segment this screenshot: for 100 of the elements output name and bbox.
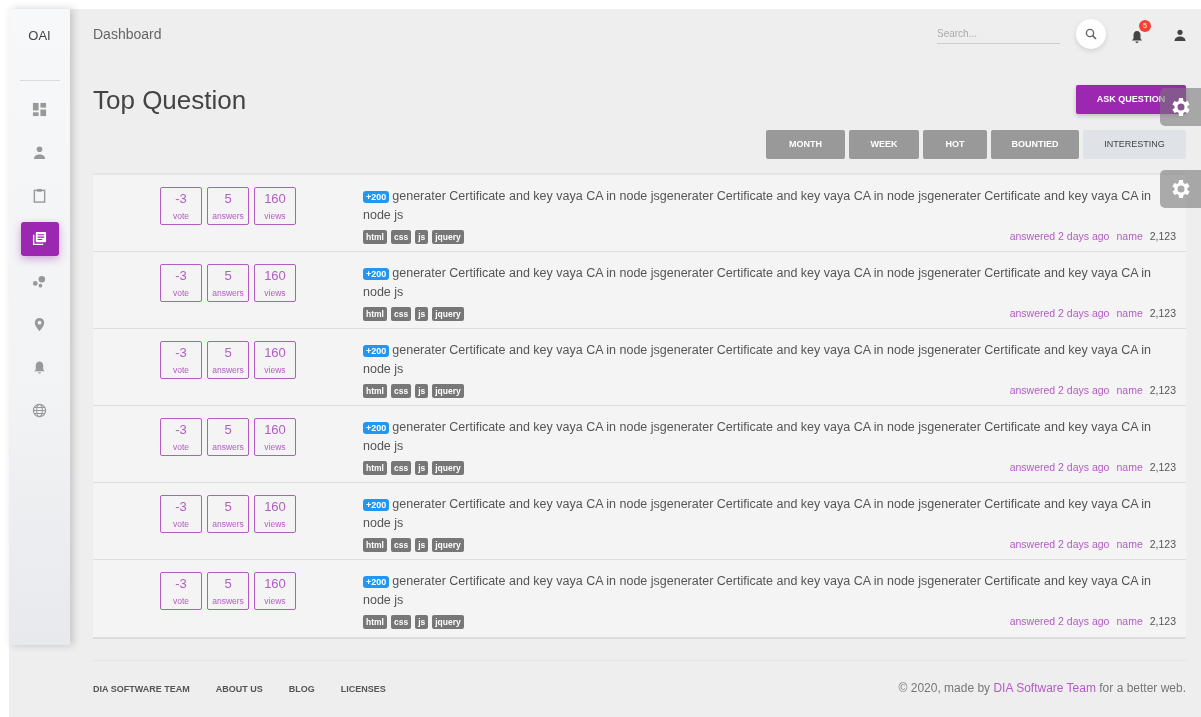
question-title[interactable]: +200 generater Certificate and key vaya CA in node jsgenerater Certificate and key vaya CA in node jsgenerater Certificate and key vaya CA in node js: [363, 341, 1158, 379]
tag[interactable]: css: [390, 384, 412, 399]
answered-time: answered 2 days ago: [1009, 614, 1110, 630]
user-icon: [1174, 28, 1186, 41]
question-title[interactable]: +200 generater Certificate and key vaya CA in node jsgenerater Certificate and key vaya CA in node jsgenerater Certificate and key vaya CA in node js: [363, 264, 1158, 302]
reputation: 2,123: [1149, 306, 1176, 322]
bounty-badge: +200: [363, 191, 390, 204]
answered-time: answered 2 days ago: [1009, 229, 1110, 245]
bell-icon: [32, 360, 47, 375]
tag[interactable]: jquery: [432, 461, 464, 476]
reputation: 2,123: [1149, 229, 1176, 245]
vote-count: -3 vote: [160, 495, 202, 534]
user-link[interactable]: name: [1116, 306, 1143, 322]
filter-tab[interactable]: INTERESTING: [1083, 130, 1186, 160]
globe-icon: [32, 403, 47, 418]
view-count: 160 views: [254, 264, 296, 303]
answered-time: answered 2 days ago: [1009, 306, 1110, 322]
tag[interactable]: jquery: [432, 307, 464, 322]
tag[interactable]: jquery: [432, 615, 464, 630]
user-link[interactable]: name: [1116, 460, 1143, 476]
filter-tab[interactable]: HOT: [923, 130, 987, 160]
tag[interactable]: js: [415, 307, 429, 322]
tag[interactable]: html: [363, 230, 387, 245]
bounty-badge: +200: [363, 499, 390, 512]
bounty-badge: +200: [363, 268, 390, 281]
reputation: 2,123: [1149, 383, 1176, 399]
answered-time: answered 2 days ago: [1009, 383, 1110, 399]
tag[interactable]: css: [390, 538, 412, 553]
sidebar-item[interactable]: [20, 221, 59, 256]
footer-link[interactable]: BLOG: [288, 683, 315, 694]
tag[interactable]: html: [363, 538, 387, 553]
tag[interactable]: css: [390, 230, 412, 245]
answer-count: 5 answers: [207, 572, 249, 611]
dashboard-icon: [32, 102, 47, 117]
answered-time: answered 2 days ago: [1009, 537, 1110, 553]
copyright-text: © 2020, made by DIA Software Team for a better web.: [898, 679, 1186, 697]
clipboard-icon: [32, 188, 47, 203]
tag[interactable]: html: [363, 307, 387, 322]
tag[interactable]: html: [363, 384, 387, 399]
tag[interactable]: jquery: [432, 230, 464, 245]
tag[interactable]: css: [390, 461, 412, 476]
tag[interactable]: css: [390, 307, 412, 322]
tag[interactable]: jquery: [432, 538, 464, 553]
question-title[interactable]: +200 generater Certificate and key vaya CA in node jsgenerater Certificate and key vaya CA in node jsgenerater Certificate and key vaya CA in node js: [363, 572, 1158, 610]
footer-link[interactable]: LICENSES: [340, 683, 386, 694]
vote-count: -3 vote: [160, 572, 202, 611]
footer-link[interactable]: ABOUT US: [215, 683, 263, 694]
answer-count: 5 answers: [207, 495, 249, 534]
search-field[interactable]: Search...: [937, 24, 1060, 44]
logo: OAI: [28, 27, 51, 45]
answer-count: 5 answers: [207, 418, 249, 457]
location-pin-icon: [32, 317, 47, 332]
tag[interactable]: js: [415, 461, 429, 476]
answer-count: 5 answers: [207, 264, 249, 303]
tag[interactable]: html: [363, 461, 387, 476]
user-link[interactable]: name: [1116, 537, 1143, 553]
bounty-badge: +200: [363, 422, 390, 435]
tag[interactable]: js: [415, 384, 429, 399]
tag[interactable]: html: [363, 615, 387, 630]
vote-count: -3 vote: [160, 341, 202, 380]
view-count: 160 views: [254, 341, 296, 380]
settings-button[interactable]: [1160, 170, 1201, 208]
bubbles-icon: [32, 274, 47, 289]
view-count: 160 views: [254, 495, 296, 534]
user-link[interactable]: name: [1116, 614, 1143, 630]
page-breadcrumb: Dashboard: [93, 24, 162, 44]
user-link[interactable]: name: [1116, 383, 1143, 399]
bounty-badge: +200: [363, 576, 390, 589]
vote-count: -3 vote: [160, 418, 202, 457]
view-count: 160 views: [254, 418, 296, 457]
bell-icon: [1131, 29, 1143, 44]
footer-link[interactable]: DIA SOFTWARE TEAM: [93, 683, 190, 694]
vote-count: -3 vote: [160, 264, 202, 303]
view-count: 160 views: [254, 187, 296, 226]
answer-count: 5 answers: [207, 187, 249, 226]
vote-count: -3 vote: [160, 187, 202, 226]
tag[interactable]: js: [415, 538, 429, 553]
filter-tab[interactable]: BOUNTIED: [991, 130, 1079, 160]
reputation: 2,123: [1149, 614, 1176, 630]
question-title[interactable]: +200 generater Certificate and key vaya CA in node jsgenerater Certificate and key vaya CA in node jsgenerater Certificate and key vaya CA in node js: [363, 187, 1158, 225]
bounty-badge: +200: [363, 345, 390, 358]
user-link[interactable]: name: [1116, 229, 1143, 245]
tag[interactable]: css: [390, 615, 412, 630]
library-icon: [32, 231, 47, 246]
search-button[interactable]: [1076, 19, 1106, 49]
tag[interactable]: jquery: [432, 384, 464, 399]
tag[interactable]: js: [415, 615, 429, 630]
answered-time: answered 2 days ago: [1009, 460, 1110, 476]
filter-tab[interactable]: MONTH: [766, 130, 845, 160]
question-title[interactable]: +200 generater Certificate and key vaya CA in node jsgenerater Certificate and key vaya CA in node jsgenerater Certificate and key vaya CA in node js: [363, 418, 1158, 456]
filter-tab[interactable]: WEEK: [849, 130, 919, 160]
question-title[interactable]: +200 generater Certificate and key vaya CA in node jsgenerater Certificate and key vaya CA in node jsgenerater Certificate and key vaya CA in node js: [363, 495, 1158, 533]
team-link[interactable]: DIA Software Team: [993, 680, 1096, 695]
page-title: Top Question: [93, 85, 247, 117]
answer-count: 5 answers: [207, 341, 249, 380]
ask-question-button[interactable]: ASK QUESTION: [1076, 85, 1186, 114]
tag[interactable]: js: [415, 230, 429, 245]
reputation: 2,123: [1149, 460, 1176, 476]
view-count: 160 views: [254, 572, 296, 611]
search-icon: [1085, 28, 1097, 40]
